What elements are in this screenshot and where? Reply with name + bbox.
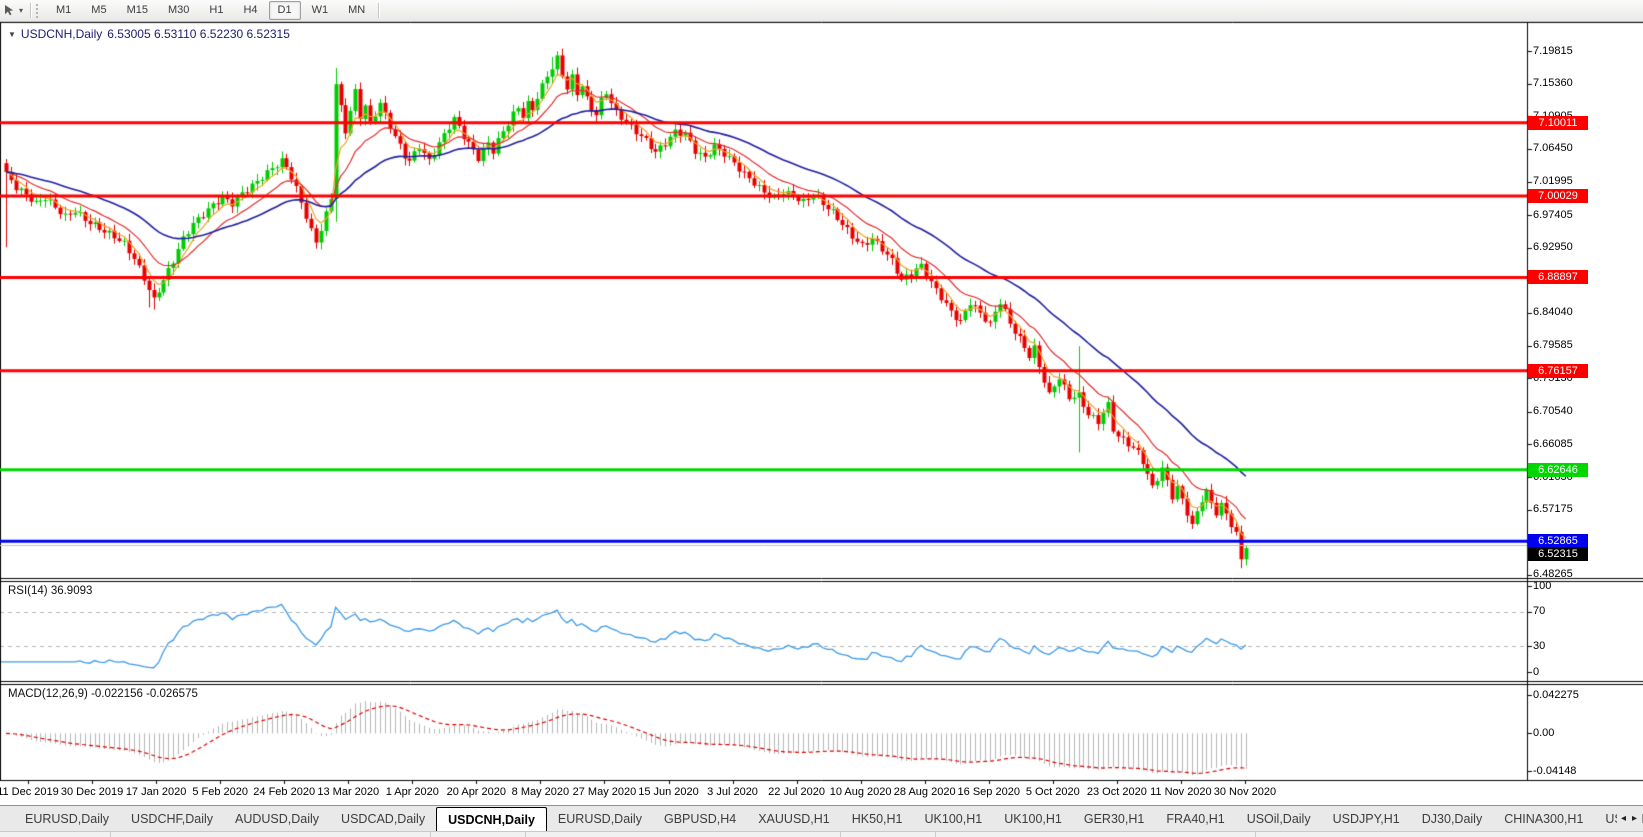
tab-china300-h1[interactable]: CHINA300,H1 [1493, 806, 1594, 831]
status-strip-divider [935, 832, 936, 837]
tab-scroll-left-icon[interactable]: ◂ [1621, 813, 1626, 824]
mt4-window: ▾ M1M5M15M30H1H4D1W1MN ▼ USDCNH,Daily 6.… [0, 0, 1643, 837]
tab-scroll-buttons: ◂ ▸ [1617, 806, 1641, 830]
pane-splitter-macd[interactable] [0, 679, 1643, 684]
tab-usdcad-daily[interactable]: USDCAD,Daily [330, 806, 436, 831]
tab-fra40-h1[interactable]: FRA40,H1 [1155, 806, 1235, 831]
tab-eurusd-daily[interactable]: EURUSD,Daily [547, 806, 653, 831]
status-strip-divider [110, 832, 111, 837]
tab-uk100-h1[interactable]: UK100,H1 [993, 806, 1073, 831]
rsi-indicator-label: RSI(14) 36.9093 [8, 585, 92, 597]
tab-uk100-h1[interactable]: UK100,H1 [914, 806, 994, 831]
status-strip [0, 831, 1643, 837]
macd-indicator-label: MACD(12,26,9) -0.022156 -0.026575 [8, 688, 198, 700]
tab-usoil-daily[interactable]: USOil,Daily [1236, 806, 1322, 831]
tab-usdjpy-h1[interactable]: USDJPY,H1 [1322, 806, 1411, 831]
status-strip-divider [525, 832, 526, 837]
status-strip-divider [840, 832, 841, 837]
tab-hk50-h1[interactable]: HK50,H1 [841, 806, 914, 831]
tab-eurusd-daily[interactable]: EURUSD,Daily [14, 806, 120, 831]
tab-usdcnh-daily[interactable]: USDCNH,Daily [436, 807, 547, 831]
time-axis[interactable] [0, 781, 1527, 804]
status-strip-divider [1255, 832, 1256, 837]
tab-gbpusd-h4[interactable]: GBPUSD,H4 [653, 806, 747, 831]
pane-splitter-rsi[interactable] [0, 576, 1643, 581]
chart-symbol-period: USDCNH,Daily [21, 27, 102, 41]
chart-ohlc-quote: 6.53005 6.53110 6.52230 6.52315 [107, 27, 290, 41]
status-strip-divider [430, 832, 431, 837]
tab-dj30-daily[interactable]: DJ30,Daily [1411, 806, 1493, 831]
main-chart-canvas[interactable] [0, 0, 1643, 837]
tab-audusd-daily[interactable]: AUDUSD,Daily [224, 806, 330, 831]
tab-ger30-h1[interactable]: GER30,H1 [1073, 806, 1155, 831]
tab-xauusd-h1[interactable]: XAUUSD,H1 [747, 806, 841, 831]
tab-scroll-right-icon[interactable]: ▸ [1632, 813, 1637, 824]
collapse-chart-icon[interactable]: ▼ [8, 30, 16, 39]
price-axis[interactable] [1527, 22, 1643, 780]
chart-tab-bar: EURUSD,DailyUSDCHF,DailyAUDUSD,DailyUSDC… [0, 805, 1643, 831]
chart-title: ▼ USDCNH,Daily 6.53005 6.53110 6.52230 6… [8, 27, 290, 41]
tab-usdchf-daily[interactable]: USDCHF,Daily [120, 806, 224, 831]
